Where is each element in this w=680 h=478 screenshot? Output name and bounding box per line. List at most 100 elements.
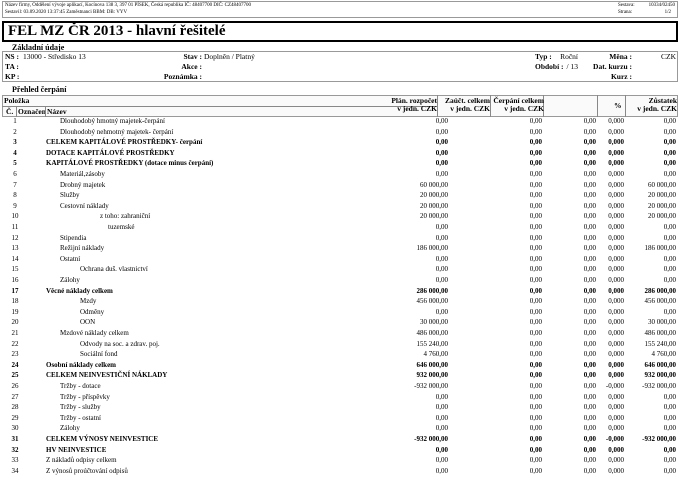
cell-n: 32 [11, 445, 19, 454]
cell-name: Služby [60, 191, 80, 200]
cell-n: 30 [11, 424, 19, 433]
cell-n: 13 [11, 244, 19, 253]
table-row: 25 CELKEM NEINVESTIČNÍ NÁKLADY 932 000,00 0… [0, 370, 680, 381]
cell-pct: 0,000 [608, 170, 624, 178]
cell-zauct: 0,00 [529, 382, 542, 390]
cell-zust: 286 000,00 [644, 286, 677, 295]
cell-cerp: 0,00 [583, 159, 596, 168]
cell-n: 8 [13, 191, 17, 200]
cell-pct: 0,000 [608, 201, 624, 210]
cell-zust: 0,00 [663, 276, 676, 284]
cell-zust: 60 000,00 [648, 180, 676, 189]
header-percent: % [614, 101, 622, 110]
cell-cerp: 0,00 [583, 201, 596, 210]
table-row: 11 tuzemské 0,00 0,00 0,00 0,000 0,00 [0, 222, 680, 233]
obdobi-label: Období : [535, 62, 564, 71]
table-row: 21 Mzdové náklady celkem 486 000,00 0,00 0,0… [0, 328, 680, 339]
cell-zauct: 0,00 [529, 350, 542, 359]
cell-plan: 0,00 [435, 233, 448, 242]
cell-pct: 0,000 [608, 456, 624, 465]
cell-cerp: 0,00 [583, 297, 596, 306]
cell-n: 6 [13, 170, 17, 178]
cell-plan: 20 000,00 [420, 191, 448, 200]
cell-name: Z výnosů proúčtování odpisů [46, 466, 128, 475]
cell-cerp: 0,00 [583, 350, 596, 359]
table-row: 22 Odvody na soc. a zdrav. poj. 155 240,00… [0, 339, 680, 350]
cell-zauct: 0,00 [529, 276, 542, 284]
akce-label: Akce : [181, 62, 202, 71]
cell-plan: 0,00 [435, 170, 448, 178]
cell-n: 16 [11, 276, 19, 284]
table-row: 13 Režijní náklady 186 000,00 0,00 0,00 0,000… [0, 243, 680, 254]
table-row: 19 Odměny 0,00 0,00 0,00 0,000 0,00 [0, 307, 680, 318]
cell-zust: 456 000,00 [644, 297, 677, 306]
cell-zauct: 0,00 [529, 117, 542, 125]
typ-value: Roční [560, 52, 578, 61]
cell-zauct: 0,00 [529, 297, 542, 306]
cell-n: 24 [11, 360, 19, 369]
table-row: 33 Z nákladů odpisy celkem 0,00 0,00 0,00 0,0… [0, 455, 680, 466]
cell-n: 7 [13, 180, 17, 189]
mena-value: CZK [661, 52, 676, 61]
cell-zust: 0,00 [663, 392, 676, 401]
cell-zauct: 0,00 [529, 318, 542, 327]
cell-plan: 0,00 [435, 466, 448, 475]
table-row: 20 OON 30 000,00 0,00 0,00 0,000 30 000,00 [0, 317, 680, 328]
cell-name: Cestovní náklady [60, 201, 109, 210]
cell-n: 20 [11, 318, 19, 327]
cell-pct: -0,000 [605, 435, 624, 443]
cell-zauct: 0,00 [529, 201, 542, 210]
header-zustatek: Zůstatek v jedn. CZK [637, 96, 677, 113]
cell-cerp: 0,00 [583, 254, 596, 263]
cell-plan: 0,00 [435, 413, 448, 422]
cell-cerp: 0,00 [583, 138, 596, 147]
cell-name: z toho: zahraniční [100, 212, 151, 221]
table-row: 14 Ostatní 0,00 0,00 0,00 0,000 0,00 [0, 254, 680, 265]
cell-zust: 0,00 [663, 170, 676, 178]
cell-n: 3 [13, 138, 17, 147]
cell-n: 17 [11, 286, 19, 295]
table-row: 34 Z výnosů proúčtování odpisů 0,00 0,00 0,0… [0, 466, 680, 477]
cell-zust: 0,00 [663, 307, 676, 316]
table-row: 17 Věcné náklady celkem 286 000,00 0,00 0,00… [0, 286, 680, 297]
cell-zust: 0,00 [663, 466, 676, 475]
cell-zauct: 0,00 [529, 212, 542, 221]
cell-plan: 20 000,00 [420, 201, 448, 210]
cell-pct: 0,000 [608, 233, 624, 242]
cell-zust: 0,00 [663, 413, 676, 422]
cell-zust: 20 000,00 [648, 212, 676, 221]
cell-zust: 0,00 [663, 138, 676, 147]
cell-name: Zálohy [60, 276, 80, 284]
cell-pct: 0,000 [608, 159, 624, 168]
cell-n: 27 [11, 392, 19, 401]
cell-pct: 0,000 [608, 180, 624, 189]
cell-name: Odvody na soc. a zdrav. poj. [80, 339, 160, 348]
cell-n: 11 [11, 223, 19, 231]
cell-zauct: 0,00 [529, 286, 542, 295]
cell-pct: 0,000 [608, 307, 624, 316]
table-row: 2 Dlouhodobý nehmotný majetek- čerpání 0,0… [0, 127, 680, 138]
cell-plan: 30 000,00 [420, 318, 448, 327]
cell-plan: 0,00 [435, 223, 448, 231]
cell-n: 29 [11, 413, 19, 422]
header-zauct: Zaúčt. celkem v jedn. CZK [445, 96, 490, 113]
cell-plan: 0,00 [435, 403, 448, 412]
cell-zauct: 0,00 [529, 244, 542, 253]
cell-n: 26 [11, 382, 19, 390]
cell-zust: 155 240,00 [644, 339, 677, 348]
cell-name: Materiál,zásoby [60, 170, 105, 178]
cell-plan: 0,00 [435, 392, 448, 401]
cell-cerp: 0,00 [583, 456, 596, 465]
cell-cerp: 0,00 [583, 403, 596, 412]
cell-zust: 0,00 [663, 159, 676, 168]
table-row: 12 Stipendia 0,00 0,00 0,00 0,000 0,00 [0, 233, 680, 244]
cell-cerp: 0,00 [583, 244, 596, 253]
cell-pct: 0,000 [608, 318, 624, 327]
overview-section-title: Přehled čerpání [12, 85, 67, 94]
cell-cerp: 0,00 [583, 233, 596, 242]
cell-cerp: 0,00 [583, 286, 596, 295]
cell-n: 1 [13, 117, 17, 125]
table-row: 7 Drobný majetek 60 000,00 0,00 0,00 0,000 60 … [0, 180, 680, 191]
header-plan: Plán. rozpočet v jedn. CZK [391, 96, 437, 113]
report-number: 10334/02450 [648, 3, 675, 8]
